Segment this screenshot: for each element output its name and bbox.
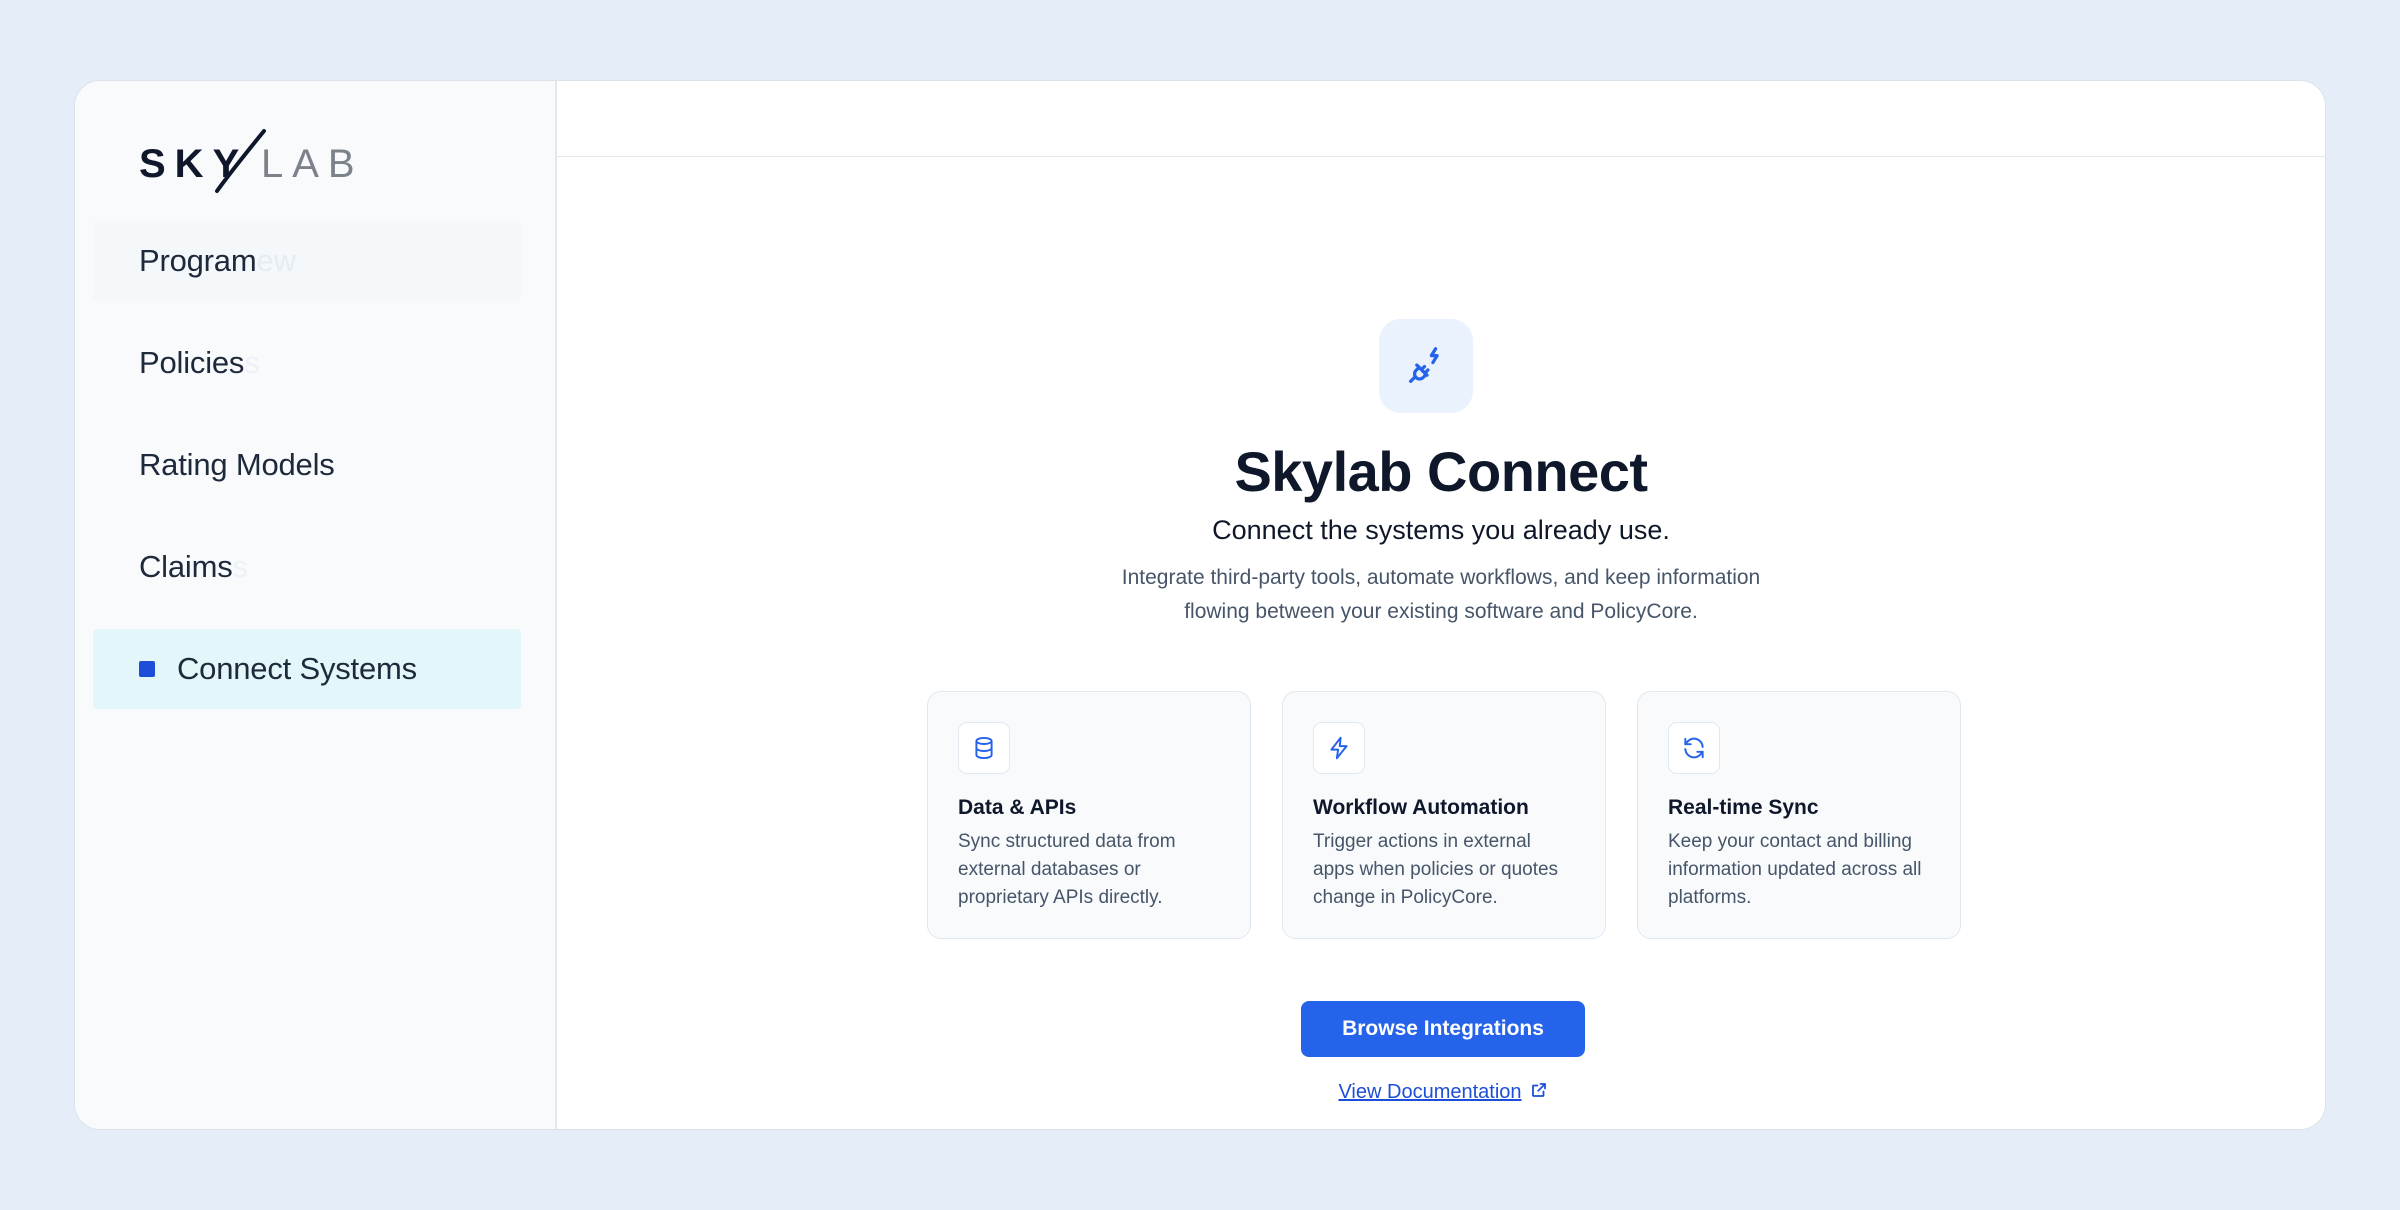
sidebar-item-label: Rating Models bbox=[139, 447, 335, 482]
sidebar-item-ghost-text: s bbox=[244, 345, 260, 380]
view-documentation-link[interactable]: View Documentation bbox=[557, 1081, 2325, 1104]
connect-content: Skylab Connect Connect the systems you a… bbox=[557, 157, 2325, 1129]
feature-card-line: apps when policies or quotes bbox=[1313, 859, 1559, 880]
sidebar-item-label: Program bbox=[139, 243, 257, 278]
feature-card-text: Trigger actions in external apps when po… bbox=[1313, 828, 1575, 912]
feature-card-line: proprietary APIs directly. bbox=[958, 887, 1163, 908]
sidebar-item-label: Policies bbox=[139, 345, 245, 380]
top-bar bbox=[557, 81, 2325, 157]
active-indicator-icon bbox=[139, 661, 155, 677]
feature-card-title: Workflow Automation bbox=[1313, 796, 1529, 819]
feature-card-data-apis: Data & APIs Sync structured data from ex… bbox=[927, 691, 1251, 939]
page-description: Integrate third-party tools, automate wo… bbox=[1071, 561, 1811, 629]
feature-card-title: Real-time Sync bbox=[1668, 796, 1819, 819]
page-title: Skylab Connect bbox=[1234, 440, 1648, 503]
sidebar-item-label: Connect Systems bbox=[177, 651, 417, 686]
view-documentation-label[interactable]: View Documentation bbox=[1338, 1081, 1521, 1104]
feature-card-line: Keep your contact and billing bbox=[1668, 831, 1912, 852]
plug-icon bbox=[1379, 319, 1473, 413]
feature-card-workflow-automation: Workflow Automation Trigger actions in e… bbox=[1282, 691, 1606, 939]
description-line: flowing between your existing software a… bbox=[1184, 600, 1698, 623]
lightning-icon bbox=[1313, 722, 1365, 774]
feature-card-line: change in PolicyCore. bbox=[1313, 887, 1498, 908]
feature-card-line: platforms. bbox=[1668, 887, 1752, 908]
feature-card-line: Trigger actions in external bbox=[1313, 831, 1531, 852]
sidebar-item-policies[interactable]: Policies s bbox=[93, 323, 521, 403]
sidebar-item-claims[interactable]: Claims s bbox=[93, 527, 521, 607]
svg-text:SKY: SKY bbox=[139, 142, 248, 186]
feature-card-line: external databases or bbox=[958, 859, 1141, 880]
feature-cards: Data & APIs Sync structured data from ex… bbox=[927, 691, 1961, 939]
browse-integrations-button[interactable]: Browse Integrations bbox=[1301, 1001, 1585, 1057]
sidebar-nav: Program ew Policies s Rating Models Clai… bbox=[93, 221, 521, 731]
sidebar-item-connect-systems[interactable]: Connect Systems bbox=[93, 629, 521, 709]
feature-card-title: Data & APIs bbox=[958, 796, 1077, 819]
page-subtitle: Connect the systems you already use. bbox=[1212, 515, 1670, 545]
feature-card-line: information updated across all bbox=[1668, 859, 1922, 880]
feature-card-line: Sync structured data from bbox=[958, 831, 1176, 852]
sidebar-item-ghost-text: ew bbox=[256, 243, 297, 278]
external-link-icon bbox=[1530, 1081, 1548, 1104]
app-window: SKY LAB Program ew Policies s Rating Mod… bbox=[74, 80, 2326, 1130]
sidebar-item-rating-models[interactable]: Rating Models bbox=[93, 425, 521, 505]
feature-card-real-time-sync: Real-time Sync Keep your contact and bil… bbox=[1637, 691, 1961, 939]
sidebar-item-ghost-text: s bbox=[232, 549, 249, 584]
sidebar: SKY LAB Program ew Policies s Rating Mod… bbox=[75, 81, 557, 1129]
sidebar-item-program[interactable]: Program ew bbox=[93, 221, 521, 301]
svg-text:LAB: LAB bbox=[261, 142, 364, 186]
description-line: Integrate third-party tools, automate wo… bbox=[1121, 566, 1761, 589]
skylab-logo[interactable]: SKY LAB bbox=[139, 127, 379, 197]
sidebar-item-label: Claims bbox=[139, 549, 233, 584]
refresh-icon bbox=[1668, 722, 1720, 774]
database-icon bbox=[958, 722, 1010, 774]
main-panel: Skylab Connect Connect the systems you a… bbox=[557, 81, 2325, 1129]
feature-card-text: Keep your contact and billing informatio… bbox=[1668, 828, 1930, 912]
feature-card-text: Sync structured data from external datab… bbox=[958, 828, 1220, 912]
